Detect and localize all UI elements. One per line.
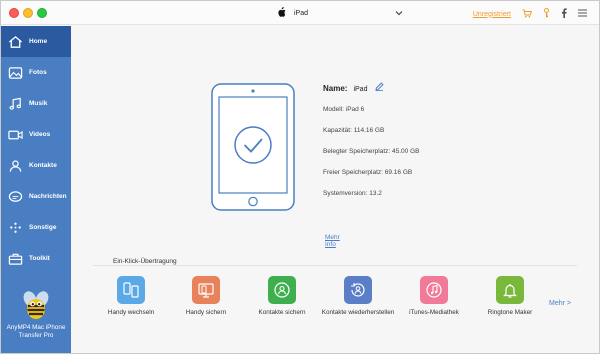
- tool-ringtone-maker[interactable]: Ringtone Maker: [472, 276, 548, 317]
- phone-backup-icon: [192, 276, 220, 304]
- tool-label: Handy wechseln: [107, 309, 155, 316]
- title-bar: iPad Unregistriert: [1, 1, 599, 25]
- sidebar-item-label: Home: [29, 38, 48, 45]
- brand-block: AnyMP4 Mac iPhone Transfer Pro: [1, 288, 71, 339]
- device-name: iPad: [294, 9, 309, 17]
- sidebar: Home Fotos Musik Videos Kontakte Nachric…: [1, 26, 71, 353]
- tool-kontakte-sichern[interactable]: Kontakte sichern: [244, 276, 320, 317]
- photos-icon: [7, 66, 23, 80]
- bell-icon: [496, 276, 524, 304]
- more-info-link[interactable]: Mehr Info: [325, 234, 340, 248]
- apple-icon: [277, 7, 286, 19]
- bee-logo-icon: [19, 288, 53, 322]
- app-window: iPad Unregistriert Home Fotos Musik Vide…: [0, 0, 600, 354]
- unregistered-link[interactable]: Unregistriert: [473, 11, 511, 18]
- messages-icon: [7, 190, 23, 204]
- sidebar-item-label: Videos: [29, 131, 51, 138]
- sidebar-item-label: Musik: [29, 100, 48, 107]
- contacts-restore-icon: [344, 276, 372, 304]
- sidebar-item-videos[interactable]: Videos: [1, 119, 71, 150]
- key-icon[interactable]: [543, 8, 550, 20]
- sidebar-item-label: Nachrichten: [29, 193, 67, 200]
- system-version-row: Systemversion: 13.2: [323, 190, 382, 197]
- tool-handy-sichern[interactable]: Handy sichern: [168, 276, 244, 317]
- contacts-backup-icon: [268, 276, 296, 304]
- sidebar-item-sonstige[interactable]: Sonstige: [1, 212, 71, 243]
- contacts-icon: [7, 159, 23, 173]
- section-divider: [93, 265, 577, 266]
- sidebar-item-toolkit[interactable]: Toolkit: [1, 243, 71, 274]
- brand-name-line2: Transfer Pro: [18, 332, 54, 339]
- edit-name-icon[interactable]: [375, 82, 385, 93]
- oneclick-title: Ein-Klick-Übertragung: [111, 258, 179, 265]
- ipad-illustration: [211, 83, 295, 211]
- used-space-row: Belegter Speicherplatz: 45.00 GB: [323, 148, 420, 155]
- sidebar-item-label: Kontakte: [29, 162, 57, 169]
- name-label: Name:: [323, 84, 348, 93]
- tool-label: iTunes-Mediathek: [409, 309, 459, 316]
- device-selector[interactable]: iPad: [277, 5, 403, 21]
- device-name-row: Name: iPad: [323, 82, 385, 93]
- phone-switch-icon: [117, 276, 145, 304]
- sidebar-item-label: Toolkit: [29, 255, 50, 262]
- close-window-button[interactable]: [9, 8, 19, 18]
- tool-label: Kontakte wiederherstellen: [321, 309, 395, 316]
- tool-label: Ringtone Maker: [487, 309, 533, 316]
- tool-itunes-mediathek[interactable]: iTunes-Mediathek: [396, 276, 472, 317]
- video-icon: [7, 128, 23, 142]
- brand-name-line1: AnyMP4 Mac iPhone: [6, 324, 66, 331]
- free-space-row: Freier Speicherplatz: 69.16 GB: [323, 169, 413, 176]
- name-value: iPad: [353, 86, 368, 93]
- minimize-window-button[interactable]: [23, 8, 33, 18]
- main-panel: Name: iPad Modell: iPad 6 Kapazität: 114.…: [71, 26, 599, 353]
- zoom-window-button[interactable]: [37, 8, 47, 18]
- toolkit-icon: [7, 252, 23, 266]
- facebook-icon[interactable]: [561, 8, 567, 20]
- tool-label: Handy sichern: [185, 309, 227, 316]
- capacity-row: Kapazität: 114.16 GB: [323, 127, 385, 134]
- sidebar-item-fotos[interactable]: Fotos: [1, 57, 71, 88]
- titlebar-actions: Unregistriert: [473, 8, 587, 20]
- sidebar-item-home[interactable]: Home: [1, 26, 71, 57]
- more-tools-link[interactable]: Mehr >: [549, 300, 571, 307]
- music-icon: [7, 97, 23, 111]
- home-icon: [7, 35, 23, 49]
- sidebar-item-label: Fotos: [29, 69, 47, 76]
- menu-icon[interactable]: [578, 9, 587, 19]
- tool-label: Kontakte sichern: [258, 309, 306, 316]
- tool-kontakte-wiederherstellen[interactable]: Kontakte wiederherstellen: [320, 276, 396, 317]
- tool-handy-wechseln[interactable]: Handy wechseln: [93, 276, 169, 317]
- sidebar-item-kontakte[interactable]: Kontakte: [1, 150, 71, 181]
- sidebar-item-label: Sonstige: [29, 224, 57, 231]
- sidebar-item-nachrichten[interactable]: Nachrichten: [1, 181, 71, 212]
- chevron-down-icon: [395, 9, 403, 18]
- sidebar-item-musik[interactable]: Musik: [1, 88, 71, 119]
- itunes-library-icon: [420, 276, 448, 304]
- model-row: Modell: iPad 6: [323, 106, 365, 113]
- other-icon: [7, 221, 23, 235]
- cart-icon[interactable]: [522, 9, 533, 20]
